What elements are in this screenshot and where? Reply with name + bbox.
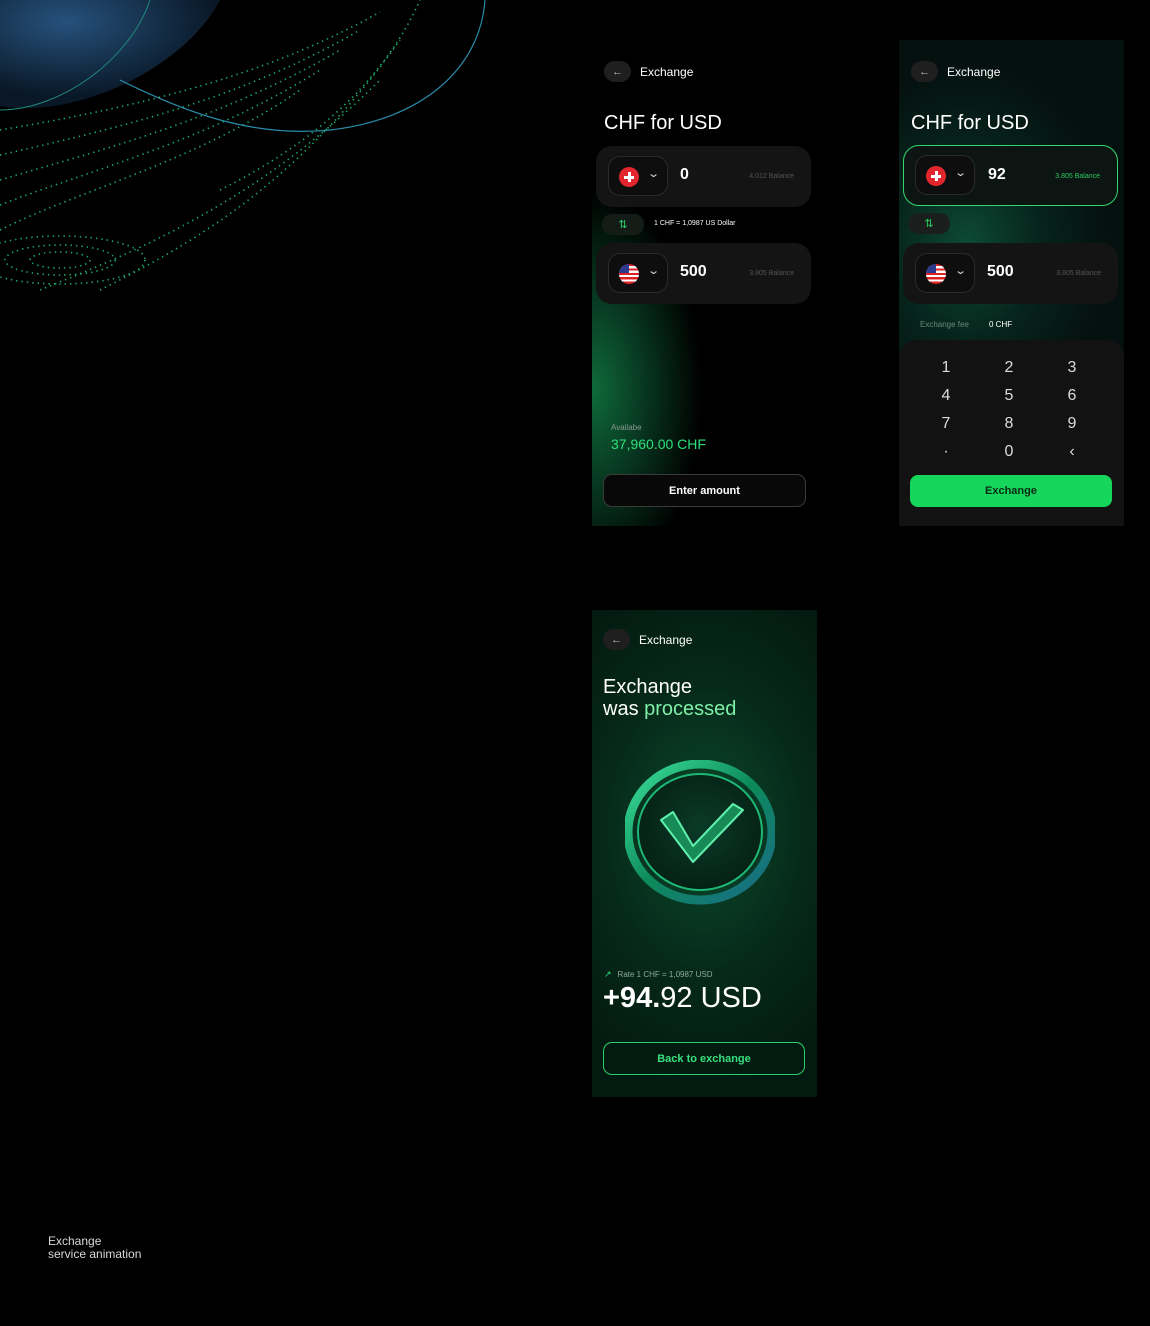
keypad-key[interactable]: 2	[979, 359, 1039, 377]
currency-selector[interactable]: ⌄	[608, 156, 668, 196]
from-currency-row[interactable]: ⌄ 92 3.805 Balance	[903, 145, 1118, 206]
chevron-down-icon: ⌄	[954, 265, 968, 277]
header: ← Exchange	[603, 629, 692, 650]
keypad-key[interactable]: 1	[916, 359, 976, 377]
success-title-line1: Exchange	[603, 676, 692, 698]
success-title: Exchange was processed	[603, 676, 736, 720]
back-button[interactable]: ←	[911, 61, 938, 82]
success-title-was: was	[603, 698, 645, 720]
checkmark-badge-icon	[625, 760, 775, 905]
arrow-left-icon: ←	[611, 633, 622, 646]
decorative-sphere-graphic	[0, 0, 486, 291]
header-title: Exchange	[947, 64, 1001, 79]
swiss-flag-icon	[926, 166, 946, 186]
from-balance: 3.805 Balance	[1055, 173, 1100, 180]
header: ← Exchange	[911, 61, 1000, 82]
exchange-fee-label: Exchange fee	[920, 320, 969, 329]
keypad-backspace[interactable]: ‹	[1042, 443, 1102, 461]
back-button[interactable]: ←	[603, 629, 630, 650]
page-title: CHF for USD	[604, 112, 722, 134]
back-to-exchange-button[interactable]: Back to exchange	[603, 1042, 805, 1075]
to-balance: 3.805 Balance	[1056, 270, 1101, 277]
success-title-processed: processed	[644, 698, 737, 720]
swap-arrows-icon: ⇅	[924, 218, 934, 230]
page-title: CHF for USD	[911, 112, 1029, 134]
available-label: Availabe	[611, 423, 642, 432]
exchange-screen-keypad: ← Exchange CHF for USD ⌄ 92 3.805 Balanc…	[899, 40, 1124, 526]
arrow-left-icon: ←	[612, 65, 623, 78]
result-amount-rest: 92 USD	[660, 982, 762, 1014]
from-amount: 92	[988, 166, 1006, 183]
from-amount: 0	[680, 166, 689, 183]
rate-line: ↗ Rate 1 CHF = 1,0987 USD	[604, 969, 712, 980]
caption-line2: service animation	[48, 1247, 142, 1261]
available-value: 37,960.00 CHF	[611, 436, 706, 452]
from-balance: 4.012 Balance	[749, 173, 794, 180]
trend-up-icon: ↗	[604, 969, 612, 979]
chevron-down-icon: ⌄	[954, 167, 968, 179]
swap-arrows-icon: ⇅	[618, 219, 628, 231]
currency-selector[interactable]: ⌄	[915, 253, 975, 293]
to-currency-row[interactable]: ⌄ 500 3.805 Balance	[903, 243, 1118, 304]
rate-text: Rate 1 CHF = 1,0987 USD	[617, 970, 713, 979]
keypad-key[interactable]: 6	[1042, 387, 1102, 405]
enter-amount-button[interactable]: Enter amount	[603, 474, 806, 507]
keypad-key[interactable]: 7	[916, 415, 976, 433]
keypad-key[interactable]: 3	[1042, 359, 1102, 377]
caption: Exchange service animation	[48, 1235, 141, 1261]
currency-selector[interactable]: ⌄	[915, 155, 975, 195]
us-flag-icon	[926, 264, 946, 284]
keypad-key[interactable]: 5	[979, 387, 1039, 405]
result-amount-integer: +94.	[603, 982, 661, 1014]
keypad-key[interactable]: 8	[979, 415, 1039, 433]
keypad-key[interactable]: 9	[1042, 415, 1102, 433]
to-amount: 500	[680, 263, 707, 280]
to-currency-row[interactable]: ⌄ 500 3.805 Balance	[596, 243, 811, 304]
exchange-rate: 1 CHF = 1,0987 US Dollar	[654, 220, 736, 227]
keypad-key-decimal[interactable]: ·	[916, 443, 976, 461]
from-currency-row[interactable]: ⌄ 0 4.012 Balance	[596, 146, 811, 207]
result-amount: +94.92 USD	[603, 982, 762, 1015]
chevron-down-icon: ⌄	[647, 265, 661, 277]
currency-selector[interactable]: ⌄	[608, 253, 668, 293]
header-title: Exchange	[640, 64, 694, 79]
header-title: Exchange	[639, 632, 693, 647]
keypad-key[interactable]: 0	[979, 443, 1039, 461]
keypad-key[interactable]: 4	[916, 387, 976, 405]
exchange-button[interactable]: Exchange	[910, 475, 1112, 507]
exchange-screen-enter-amount: ← Exchange CHF for USD ⌄ 0 4.012 Balance…	[592, 40, 817, 526]
exchange-success-screen: ← Exchange Exchange was processed ↗ Rate…	[592, 610, 817, 1097]
us-flag-icon	[619, 264, 639, 284]
to-amount: 500	[987, 263, 1014, 280]
swap-button[interactable]: ⇅	[908, 213, 950, 234]
to-balance: 3.805 Balance	[749, 270, 794, 277]
chevron-down-icon: ⌄	[647, 168, 661, 180]
header: ← Exchange	[604, 61, 693, 82]
arrow-left-icon: ←	[919, 65, 930, 78]
swap-button[interactable]: ⇅	[602, 214, 644, 235]
exchange-fee-value: 0 CHF	[989, 320, 1013, 329]
swiss-flag-icon	[619, 167, 639, 187]
back-button[interactable]: ←	[604, 61, 631, 82]
